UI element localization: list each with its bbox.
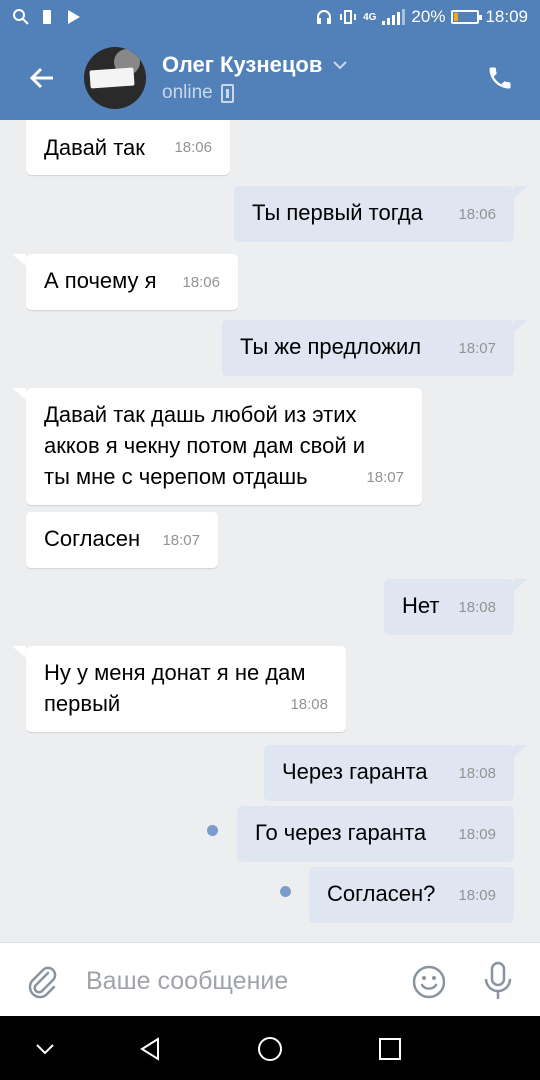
unread-indicator [280,886,291,897]
message-text: Давай так [44,135,145,160]
message-outgoing[interactable]: Через гаранта 18:08 [264,745,514,801]
message-text: Го через гаранта [255,820,427,845]
notification-icon [43,10,51,24]
back-button[interactable] [22,58,62,98]
message-list: Давай так 18:06 Ты первый тогда 18:06 А … [0,120,540,942]
message-incoming[interactable]: Согласен 18:07 [26,512,218,568]
call-icon [489,67,511,89]
circle-home-icon [258,1037,282,1061]
message-line: первый [44,691,121,716]
message-text: Согласен? [327,881,436,906]
emoji-button[interactable] [410,963,448,1001]
message-time: 18:07 [162,532,200,549]
smiley-icon [412,965,446,999]
message-text: Ты же предложил [240,334,422,359]
back-arrow-icon [29,67,53,89]
status-text: online [162,82,213,103]
bubble-tail [514,186,528,198]
headphones-icon [317,10,332,24]
message-outgoing[interactable]: Го через гаранта 18:09 [237,806,514,862]
message-line: ты мне с черепом отдашь [44,464,308,489]
triangle-back-icon [140,1037,159,1061]
message-time: 18:09 [458,887,496,904]
contact-name: Олег Кузнецов [162,52,323,77]
message-time: 18:08 [458,765,496,782]
square-recents-icon [379,1038,401,1060]
message-time: 18:08 [458,599,496,616]
battery-icon [451,10,483,24]
message-text: Через гаранта [282,759,428,784]
message-line: акков я чекну потом дам свой и [44,433,366,458]
online-status: online [162,82,234,104]
chat-header: Олег Кузнецов online [0,36,540,120]
message-time: 18:06 [458,206,496,223]
chevron-down-icon [333,61,348,70]
message-outgoing[interactable]: Согласен? 18:09 [309,867,514,923]
chevron-down-icon [36,1044,54,1055]
message-incoming[interactable]: Давай так дашь любой из этих акков я чек… [26,388,422,505]
nav-back-button[interactable] [133,1032,167,1066]
paperclip-icon [28,966,57,999]
message-time: 18:07 [366,469,404,486]
message-time: 18:08 [290,696,328,713]
call-button[interactable] [480,58,520,98]
message-text: Нет [402,593,440,618]
message-composer [0,942,540,1016]
message-outgoing[interactable]: Ты же предложил 18:07 [222,320,514,376]
message-text: Ты первый тогда [252,200,423,225]
message-outgoing[interactable]: Нет 18:08 [384,579,514,635]
message-outgoing[interactable]: Ты первый тогда 18:06 [234,186,514,242]
bubble-tail [12,254,26,266]
network-type: 4G [363,11,377,23]
hide-keyboard-button[interactable] [28,1032,62,1066]
message-incoming[interactable]: Давай так 18:06 [26,120,230,175]
clock: 18:09 [485,7,528,26]
message-text: А почему я [44,268,157,293]
bubble-tail [514,320,528,332]
vibrate-icon [340,10,357,24]
message-time: 18:07 [458,340,496,357]
contact-name-button[interactable]: Олег Кузнецов [162,52,348,78]
message-incoming[interactable]: Ну у меня донат я не дам первый 18:08 [26,646,346,732]
status-bar: 4G 20% 18:09 [0,0,540,36]
bubble-tail [514,579,528,591]
message-text: Согласен [44,526,141,551]
play-icon [68,10,80,24]
message-time: 18:09 [458,826,496,843]
system-navigation-bar [0,1016,540,1080]
message-time: 18:06 [174,139,212,156]
attach-button[interactable] [22,961,62,1001]
unread-indicator [207,825,218,836]
search-icon [13,9,29,25]
message-line: Давай так дашь любой из этих [44,402,357,427]
voice-message-button[interactable] [478,959,518,1003]
message-line: Ну у меня донат я не дам [44,660,306,685]
bubble-tail [12,388,26,400]
mobile-phone-icon [220,83,234,103]
microphone-icon [484,961,512,999]
bubble-tail [514,745,528,757]
avatar[interactable] [84,47,146,109]
battery-percent: 20% [411,7,446,26]
nav-recents-button[interactable] [373,1032,407,1066]
message-incoming[interactable]: А почему я 18:06 [26,254,238,310]
message-time: 18:06 [182,274,220,291]
nav-home-button[interactable] [253,1032,287,1066]
message-input[interactable] [86,961,386,1001]
bubble-tail [12,646,26,658]
signal-icon [382,9,406,25]
